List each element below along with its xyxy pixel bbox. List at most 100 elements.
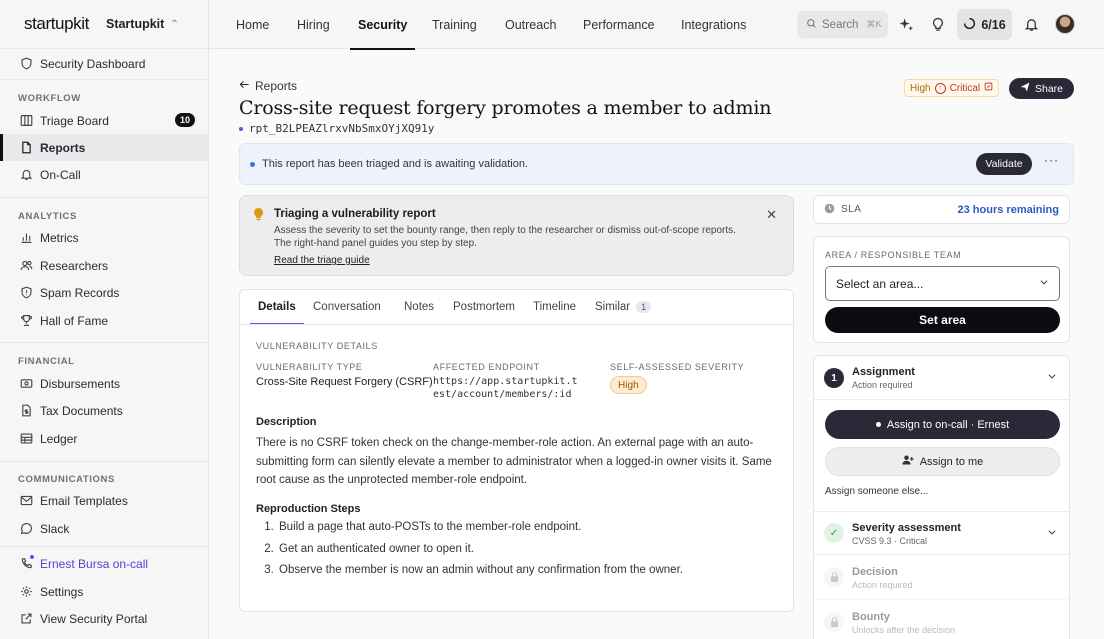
online-dot [29,554,35,560]
section-label: VULNERABILITY DETAILS [256,341,378,351]
area-label: AREA / RESPONSIBLE TEAM [825,250,962,260]
sidebar-item-security-portal[interactable]: View Security Portal [0,605,208,632]
sidebar-item-slack[interactable]: Slack [0,515,208,542]
message-circle-icon [19,522,33,536]
sparkles-icon[interactable] [896,14,916,34]
banner-text: This report has been triaged and is awai… [262,158,528,170]
sidebar-item-hall-of-fame[interactable]: Hall of Fame [0,307,208,334]
area-select-value: Select an area... [836,276,924,291]
divider [0,546,208,547]
mail-icon [19,494,33,508]
assign-oncall-button[interactable]: Assign to on-call · Ernest [825,410,1060,439]
step-title: Bounty [852,611,890,623]
sidebar-item-label: Hall of Fame [40,313,109,328]
tab-details[interactable]: Details [250,290,304,325]
sla-remaining: 23 hours remaining [957,203,1059,216]
set-area-button[interactable]: Set area [825,307,1060,333]
section-workflow: WORKFLOW [18,93,81,104]
sidebar-item-reports[interactable]: Reports [0,134,208,161]
tab-label: Similar [595,301,631,313]
kanban-icon [19,114,33,128]
divider [0,461,208,462]
users-icon [19,259,33,273]
sidebar-item-label: Metrics [40,230,79,245]
tab-notes[interactable]: Notes [404,290,434,324]
sidebar-item-label: Triage Board [40,113,109,128]
sidebar-item-researchers[interactable]: Researchers [0,252,208,279]
page-title: Cross-site request forgery promotes a me… [239,97,772,119]
chevron-down-icon [1039,277,1049,290]
edit-icon [984,82,993,94]
tab-postmortem[interactable]: Postmortem [453,290,515,324]
top-nav: Home Hiring Security Training Outreach P… [209,0,1104,50]
step-title: Severity assessment [852,522,961,534]
back-link[interactable]: Reports [239,79,297,93]
validate-button[interactable]: Validate [976,153,1032,175]
steps-heading: Reproduction Steps [256,503,361,515]
tab-conversation[interactable]: Conversation [313,290,381,324]
step-title: Assignment [852,366,915,378]
tab-timeline[interactable]: Timeline [533,290,576,324]
sidebar-item-label: Spam Records [40,285,120,300]
step-bounty: Bounty Unlocks after the decision [814,601,1069,639]
step-subtitle: Action required [852,580,913,590]
report-id[interactable]: rpt_B2LPEAZlrxvNbSmxOYjXQ91y [239,122,434,135]
sidebar-item-label: Researchers [40,258,109,273]
sidebar-item-email-templates[interactable]: Email Templates [0,487,208,514]
sidebar-item-on-call[interactable]: On-Call [0,161,208,188]
tab-security[interactable]: Security [349,0,416,50]
info-dot [250,161,255,167]
severity-badge: High [610,376,647,394]
bell-ring-icon [19,168,33,182]
sidebar-item-metrics[interactable]: Metrics [0,224,208,251]
share-button[interactable]: Share [1009,78,1074,99]
tab-training[interactable]: Training [432,0,477,49]
tab-hiring[interactable]: Hiring [297,0,330,49]
table-icon [19,432,33,446]
tab-integrations[interactable]: Integrations [681,0,746,49]
guide-link[interactable]: Read the triage guide [274,255,370,266]
more-options-icon[interactable]: ··· [1044,153,1059,167]
search-input[interactable]: Search ⌘K [797,11,888,38]
lightbulb-icon[interactable] [928,14,948,34]
sidebar-item-tax-documents[interactable]: Tax Documents [0,397,208,424]
org-switcher[interactable]: Startupkit ⌃ [106,17,179,31]
tab-outreach[interactable]: Outreach [505,0,556,49]
step-subtitle: Unlocks after the decision [852,625,956,635]
sidebar-item-ledger[interactable]: Ledger [0,425,208,452]
file-dollar-icon [19,404,33,418]
lock-icon [824,567,844,587]
sidebar-item-spam-records[interactable]: Spam Records [0,279,208,306]
trophy-icon [19,314,33,328]
onboarding-progress[interactable]: 6/16 [957,9,1012,40]
avatar[interactable] [1055,14,1075,34]
progress-text: 6/16 [981,17,1006,32]
step-severity[interactable]: ✓ Severity assessment CVSS 9.3 · Critica… [814,511,1069,555]
section-financial: FINANCIAL [18,356,75,367]
tab-home[interactable]: Home [236,0,269,49]
close-icon[interactable]: ✕ [766,207,777,223]
assign-someone-else-link[interactable]: Assign someone else... [825,486,928,497]
step-assignment[interactable]: 1 Assignment Action required [814,356,1069,400]
status-dot [239,126,243,131]
sidebar-item-label: Tax Documents [40,403,123,418]
tab-similar[interactable]: Similar 1 [595,290,652,324]
sidebar-item-triage-board[interactable]: Triage Board 10 [0,107,208,134]
bell-icon[interactable] [1021,14,1041,34]
sidebar-item-label: Email Templates [40,493,128,508]
field-label: SELF-ASSESSED SEVERITY [610,362,745,372]
sidebar-item-settings[interactable]: Settings [0,578,208,605]
area-select[interactable]: Select an area... [825,266,1060,301]
field-label: VULNERABILITY TYPE [256,362,363,372]
sidebar-item-oncall-status[interactable]: Ernest Bursa on-call [0,550,208,577]
tab-performance[interactable]: Performance [583,0,655,49]
back-label: Reports [255,79,298,93]
send-icon [1020,82,1030,95]
severity-change-chip[interactable]: High ↑ Critical [904,79,1000,97]
logo[interactable]: startupkit [24,14,89,34]
sidebar-item-security-dashboard[interactable]: Security Dashboard [0,50,208,77]
sidebar-item-disbursements[interactable]: Disbursements [0,370,208,397]
sidebar-item-label: Security Dashboard [40,56,146,71]
area-card: AREA / RESPONSIBLE TEAM Select an area..… [813,236,1070,343]
assign-to-me-button[interactable]: Assign to me [825,447,1060,476]
